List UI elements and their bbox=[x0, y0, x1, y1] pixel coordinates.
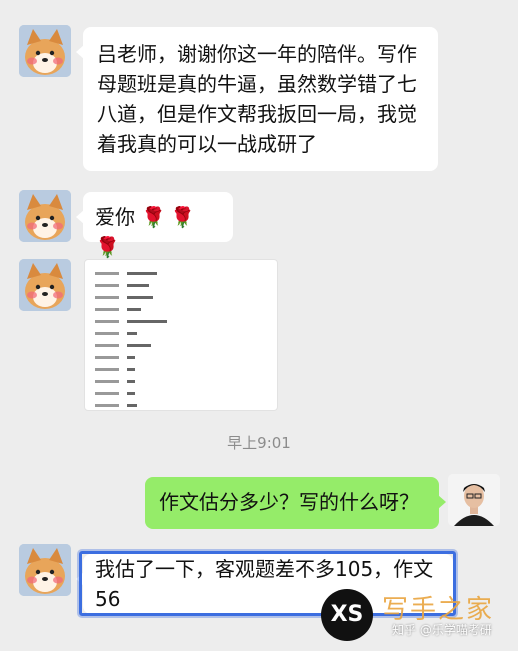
chat-window: 吕老师，谢谢你这一年的陪伴。写作母题班是真的牛逼，虽然数学错了七八道，但是作文帮… bbox=[0, 0, 518, 651]
shiba-avatar-icon bbox=[19, 190, 71, 242]
avatar-shiba[interactable] bbox=[19, 544, 71, 596]
doc-line bbox=[95, 294, 153, 300]
message-text: 吕老师，谢谢你这一年的陪伴。写作母题班是真的牛逼，虽然数学错了七八道，但是作文帮… bbox=[97, 42, 417, 156]
doc-line bbox=[95, 366, 135, 372]
shiba-avatar-icon bbox=[19, 544, 71, 596]
doc-line bbox=[95, 354, 135, 360]
avatar-shiba[interactable] bbox=[19, 190, 71, 242]
doc-line bbox=[95, 306, 141, 312]
message-bubble-incoming[interactable]: 爱你 🌹🌹🌹 bbox=[76, 192, 233, 259]
doc-line bbox=[95, 378, 135, 384]
score-report-image[interactable] bbox=[84, 259, 278, 411]
message-bubble-incoming[interactable]: 吕老师，谢谢你这一年的陪伴。写作母题班是真的牛逼，虽然数学错了七八道，但是作文帮… bbox=[76, 27, 438, 171]
doc-line bbox=[95, 342, 151, 348]
message-text: 作文估分多少？写的什么呀？ bbox=[159, 490, 419, 514]
doc-line bbox=[95, 402, 137, 408]
doc-line bbox=[95, 318, 167, 324]
watermark-badge-icon: XS bbox=[321, 589, 373, 641]
doc-line bbox=[95, 282, 149, 288]
doc-line bbox=[95, 270, 157, 276]
shiba-avatar-icon bbox=[19, 25, 71, 77]
shiba-avatar-icon bbox=[19, 259, 71, 311]
doc-line bbox=[95, 390, 135, 396]
avatar-shiba[interactable] bbox=[19, 259, 71, 311]
message-text: 爱你 bbox=[95, 205, 135, 229]
avatar-shiba[interactable] bbox=[19, 25, 71, 77]
chat-timestamp: 早上9:01 bbox=[227, 434, 291, 452]
doc-line bbox=[95, 330, 137, 336]
person-avatar-icon bbox=[448, 474, 500, 526]
message-bubble-outgoing[interactable]: 作文估分多少？写的什么呀？ bbox=[145, 477, 446, 529]
avatar-teacher[interactable] bbox=[448, 474, 500, 526]
watermark-source: 知乎 @乐学喵考研 bbox=[392, 623, 492, 637]
